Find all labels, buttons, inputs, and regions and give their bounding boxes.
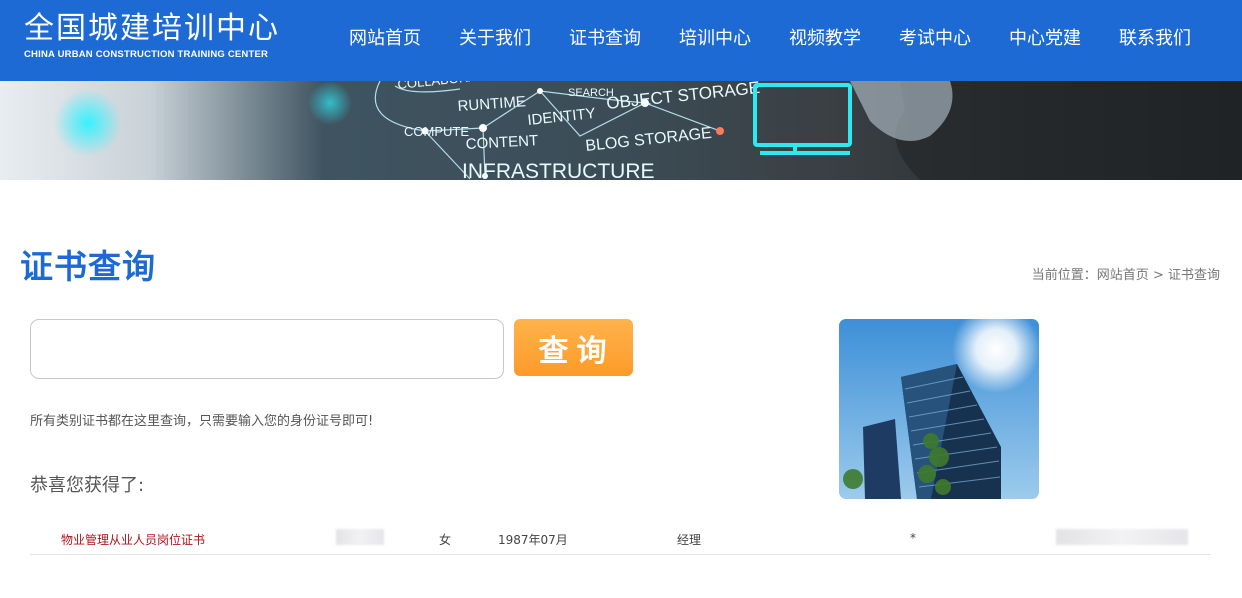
nav-item-about[interactable]: 关于我们	[440, 0, 550, 81]
nav-item-certificate-query[interactable]: 证书查询	[550, 0, 660, 81]
result-mark: *	[910, 531, 916, 545]
query-button[interactable]: 查询	[514, 319, 633, 376]
id-number-input[interactable]	[30, 319, 504, 379]
banner-word-infrastructure: INFRASTRUCTURE	[462, 160, 655, 180]
banner-word-object-storage: OBJECT STORAGE	[605, 81, 760, 113]
result-birth: 1987年07月	[498, 533, 568, 547]
result-certificate-name[interactable]: 物业管理从业人员岗位证书	[61, 531, 205, 548]
banner-image: COLLABORATION RUNTIME SEARCH OBJECT STOR…	[0, 81, 1242, 180]
nav-item-video[interactable]: 视频教学	[770, 0, 880, 81]
nav-item-exam[interactable]: 考试中心	[880, 0, 990, 81]
breadcrumb-current[interactable]: 证书查询	[1168, 268, 1220, 283]
banner-word-blog-storage: BLOG STORAGE	[585, 125, 713, 155]
site-header: 全国城建培训中心 CHINA URBAN CONSTRUCTION TRAINI…	[0, 0, 1242, 81]
banner-glow-mid	[308, 81, 352, 125]
main-nav: 网站首页 关于我们 证书查询 培训中心 视频教学 考试中心 中心党建 联系我们	[330, 0, 1210, 81]
breadcrumb-home[interactable]: 网站首页	[1097, 268, 1149, 283]
nav-item-training[interactable]: 培训中心	[660, 0, 770, 81]
breadcrumb: 当前位置：网站首页 > 证书查询	[1032, 264, 1220, 283]
banner-words: COLLABORATION RUNTIME SEARCH OBJECT STOR…	[397, 81, 761, 180]
search-hint: 所有类别证书都在这里查询，只需要输入您的身份证号即可!	[30, 414, 374, 429]
result-name-masked	[336, 529, 384, 545]
result-position: 经理	[677, 533, 702, 547]
banner-word-content: CONTENT	[465, 132, 538, 153]
logo-title-cn: 全国城建培训中心	[24, 11, 280, 46]
monitor-icon	[753, 83, 852, 155]
nav-item-home[interactable]: 网站首页	[330, 0, 440, 81]
breadcrumb-prefix: 当前位置：	[1031, 268, 1097, 283]
nav-item-party[interactable]: 中心党建	[990, 0, 1100, 81]
result-gender: 女	[439, 533, 452, 547]
building-photo	[839, 319, 1039, 499]
breadcrumb-separator: >	[1152, 268, 1164, 283]
result-id-masked	[1056, 529, 1188, 545]
banner-glow-left	[54, 89, 122, 157]
result-heading: 恭喜您获得了:	[30, 475, 145, 496]
banner-graphic: COLLABORATION RUNTIME SEARCH OBJECT STOR…	[54, 81, 1242, 180]
banner-word-compute: COMPUTE	[404, 124, 469, 139]
certificate-result-row: 物业管理从业人员岗位证书 女 1987年07月 经理 *	[30, 524, 1211, 555]
nav-item-contact[interactable]: 联系我们	[1100, 0, 1210, 81]
banner-word-identity: IDENTITY	[527, 105, 597, 129]
site-logo[interactable]: 全国城建培训中心 CHINA URBAN CONSTRUCTION TRAINI…	[24, 11, 280, 61]
building-photo-graphic	[839, 319, 1039, 499]
logo-title-en: CHINA URBAN CONSTRUCTION TRAINING CENTER	[24, 49, 269, 60]
banner-word-runtime: RUNTIME	[457, 93, 526, 115]
page-title: 证书查询	[20, 247, 156, 286]
